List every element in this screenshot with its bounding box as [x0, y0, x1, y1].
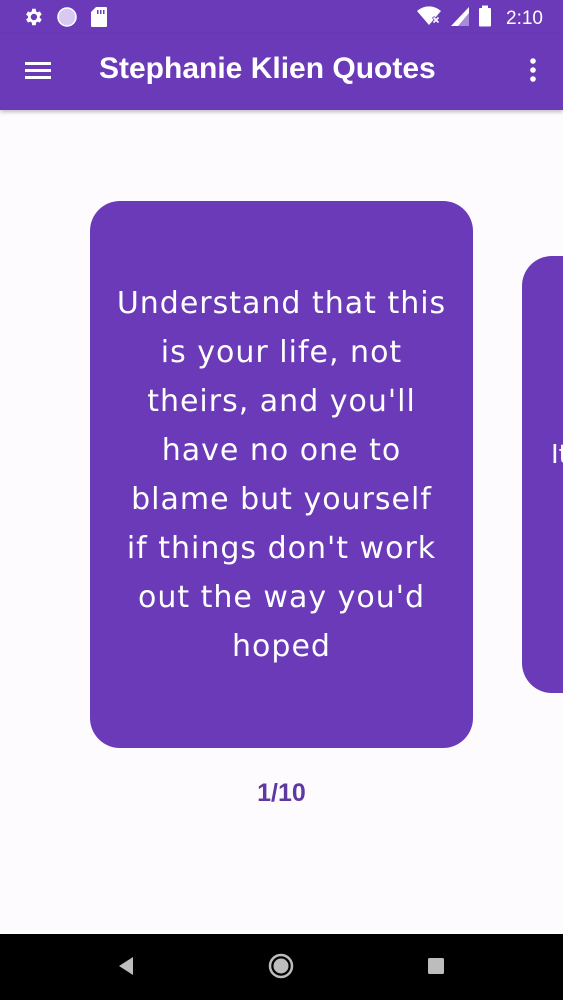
app-bar: Stephanie Klien Quotes [0, 34, 563, 110]
next-quote-card[interactable]: It [522, 256, 563, 693]
status-time: 2:10 [506, 7, 543, 29]
back-icon [116, 955, 136, 982]
status-right-icons: 2:10 [416, 5, 543, 32]
wifi-icon [416, 5, 442, 32]
signal-icon [450, 5, 470, 32]
back-button[interactable] [111, 953, 141, 983]
overflow-menu-button[interactable] [519, 54, 547, 90]
hamburger-menu-icon [24, 59, 52, 86]
recents-icon [426, 956, 446, 981]
more-vert-icon [529, 57, 537, 88]
page-counter: 1/10 [257, 779, 306, 807]
home-button[interactable] [266, 953, 296, 983]
page-title: Stephanie Klien Quotes [99, 52, 436, 85]
circle-status-icon [56, 6, 78, 33]
quote-text: Understand that this is your life, not t… [116, 285, 447, 664]
settings-icon [22, 6, 44, 33]
app-screen: 2:10 Stephanie Klien Quotes Understand t… [0, 0, 563, 1000]
system-nav-bar [0, 934, 563, 1000]
battery-icon [478, 5, 492, 32]
status-bar: 2:10 [0, 0, 563, 34]
quote-card[interactable]: Understand that this is your life, not t… [90, 201, 473, 748]
home-icon [267, 952, 295, 985]
status-left-icons [22, 6, 108, 33]
menu-button[interactable] [20, 55, 56, 89]
sd-card-icon [90, 6, 108, 33]
recents-button[interactable] [421, 953, 451, 983]
next-quote-text: It [551, 440, 563, 470]
